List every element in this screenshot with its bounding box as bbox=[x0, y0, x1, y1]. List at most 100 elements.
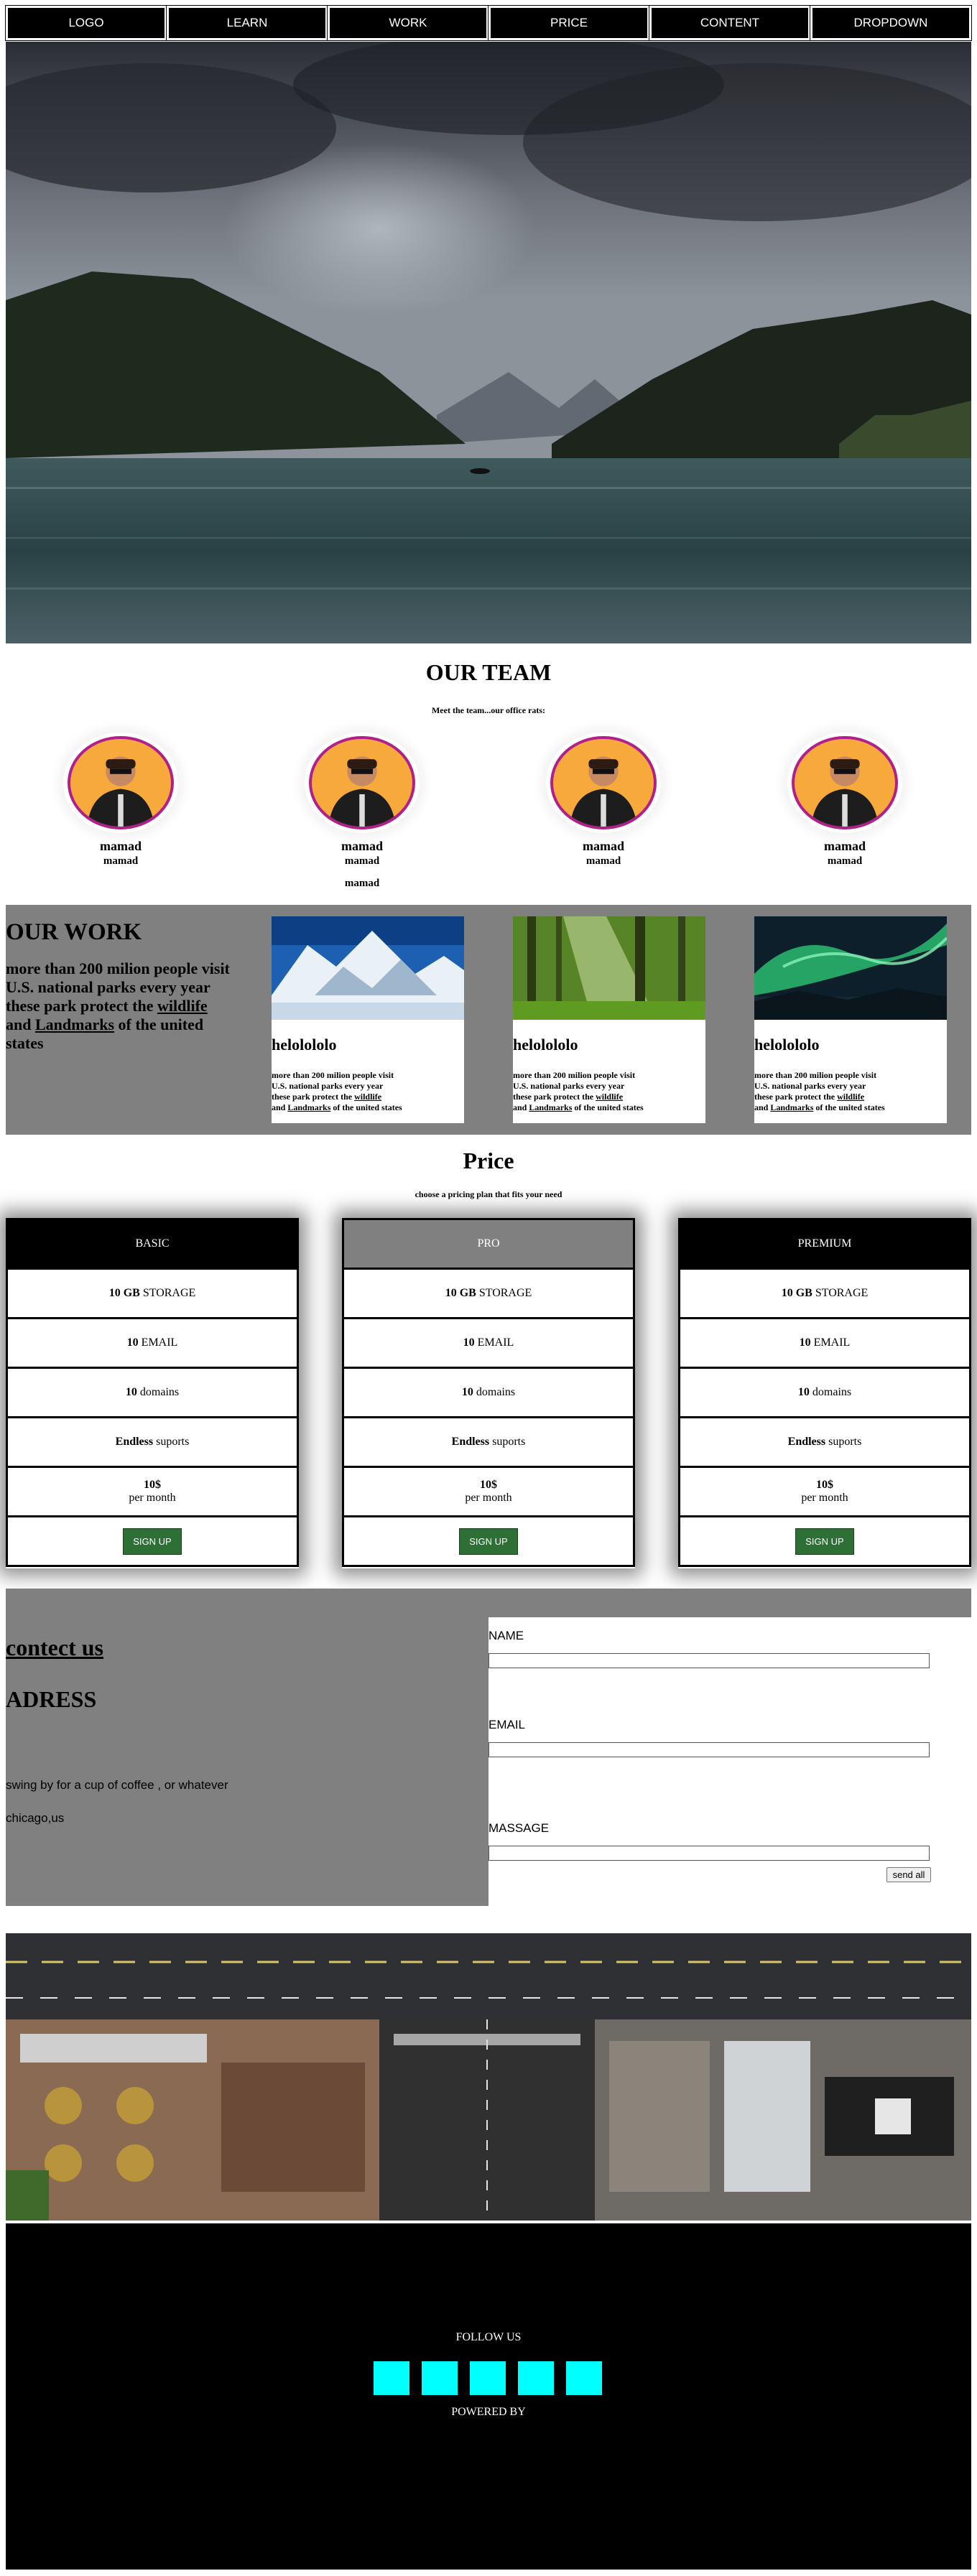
social-link[interactable] bbox=[518, 2361, 554, 2395]
plan-action: SIGN UP bbox=[342, 1517, 635, 1567]
plan-domains: 10 domains bbox=[6, 1369, 299, 1418]
plan-storage: 10 GB STORAGE bbox=[678, 1270, 971, 1319]
plan-premium: PREMIUM 10 GB STORAGE 10 EMAIL 10 domain… bbox=[678, 1218, 971, 1568]
top-nav: LOGO LEARN WORK PRICE CONTENT DROPDOWN bbox=[5, 5, 972, 41]
avatar bbox=[550, 736, 657, 829]
nav-logo[interactable]: LOGO bbox=[5, 5, 167, 41]
work-section: OUR WORK more than 200 milion people vis… bbox=[6, 905, 971, 1135]
plan-storage: 10 GB STORAGE bbox=[342, 1270, 635, 1319]
wildlife-link[interactable]: wildlife bbox=[157, 997, 208, 1015]
plan-price: 10$ per month bbox=[678, 1468, 971, 1517]
forest-image bbox=[513, 916, 705, 1020]
plan-email: 10 EMAIL bbox=[6, 1319, 299, 1369]
contact-form: NAME EMAIL MASSAGE send all bbox=[488, 1617, 971, 1906]
card-title: helolololo bbox=[754, 1036, 820, 1054]
plan-support: Endless suports bbox=[678, 1418, 971, 1468]
social-link[interactable] bbox=[566, 2361, 602, 2395]
member-role: mamad bbox=[103, 855, 139, 867]
signup-button[interactable]: SIGN UP bbox=[123, 1528, 182, 1555]
plan-action: SIGN UP bbox=[678, 1517, 971, 1567]
plan-head: PRO bbox=[342, 1218, 635, 1270]
plan-head: BASIC bbox=[6, 1218, 299, 1270]
social-link[interactable] bbox=[374, 2361, 409, 2395]
plan-email: 10 EMAIL bbox=[678, 1319, 971, 1369]
avatar bbox=[309, 736, 415, 829]
nav-dropdown[interactable]: DROPDOWN bbox=[810, 5, 972, 41]
team-subtitle: Meet the team...our office rats: bbox=[431, 705, 546, 715]
avatar bbox=[68, 736, 174, 829]
landmarks-link[interactable]: Landmarks bbox=[529, 1102, 572, 1112]
team-member-card: mamad mamad mamad bbox=[290, 733, 434, 890]
price-subtitle: choose a pricing plan that fits your nee… bbox=[415, 1189, 562, 1199]
nav-content[interactable]: CONTENT bbox=[649, 5, 811, 41]
plan-action: SIGN UP bbox=[6, 1517, 299, 1567]
plan-domains: 10 domains bbox=[678, 1369, 971, 1418]
street-map-image bbox=[6, 1933, 971, 2221]
landmarks-link[interactable]: Landmarks bbox=[770, 1102, 813, 1112]
work-title: OUR WORK bbox=[6, 919, 142, 945]
work-card: helolololo more than 200 milion people v… bbox=[754, 916, 947, 1123]
card-text: more than 200 milion people visit U.S. n… bbox=[272, 1070, 402, 1112]
plan-pro: PRO 10 GB STORAGE 10 EMAIL 10 domains En… bbox=[342, 1218, 635, 1568]
team-member-card: mamad mamad bbox=[49, 733, 193, 868]
member-role: mamad bbox=[585, 855, 621, 867]
member-extra: mamad bbox=[344, 878, 380, 889]
follow-us-label: FOLLOW US bbox=[455, 2331, 522, 2343]
aurora-image bbox=[754, 916, 947, 1020]
team-member-card: mamad mamad bbox=[773, 733, 917, 868]
social-link[interactable] bbox=[422, 2361, 458, 2395]
member-name: mamad bbox=[341, 839, 383, 853]
wildlife-link[interactable]: wildlife bbox=[354, 1092, 381, 1102]
landmarks-link[interactable]: Landmarks bbox=[35, 1015, 114, 1033]
plan-head: PREMIUM bbox=[678, 1218, 971, 1270]
contact-section: contect us ADRESS swing by for a cup of … bbox=[6, 1589, 971, 1906]
social-links bbox=[374, 2361, 602, 2395]
nav-price[interactable]: PRICE bbox=[488, 5, 650, 41]
team-title: OUR TEAM bbox=[425, 659, 552, 685]
footer: FOLLOW US POWERED BY bbox=[6, 2223, 971, 2570]
avatar bbox=[792, 736, 898, 829]
plan-price: 10$ per month bbox=[6, 1468, 299, 1517]
price-title: Price bbox=[463, 1148, 514, 1173]
wildlife-link[interactable]: wildlife bbox=[837, 1092, 864, 1102]
message-label: MASSAGE bbox=[488, 1821, 550, 1835]
contact-title: contect us bbox=[6, 1635, 103, 1660]
card-text: more than 200 milion people visit U.S. n… bbox=[754, 1070, 885, 1112]
contact-line: swing by for a cup of coffee , or whatev… bbox=[6, 1778, 228, 1792]
card-title: helolololo bbox=[272, 1036, 337, 1054]
plan-support: Endless suports bbox=[6, 1418, 299, 1468]
hero-lake-image bbox=[6, 42, 971, 643]
contact-adress-heading: ADRESS bbox=[6, 1686, 97, 1712]
contact-city: chicago,us bbox=[6, 1811, 65, 1825]
send-button[interactable]: send all bbox=[886, 1867, 931, 1882]
landmarks-link[interactable]: Landmarks bbox=[287, 1102, 330, 1112]
email-input[interactable] bbox=[488, 1742, 930, 1757]
work-card: helolololo more than 200 milion people v… bbox=[272, 916, 464, 1123]
email-label: EMAIL bbox=[488, 1718, 526, 1731]
plan-storage: 10 GB STORAGE bbox=[6, 1270, 299, 1319]
signup-button[interactable]: SIGN UP bbox=[459, 1528, 518, 1555]
plan-support: Endless suports bbox=[342, 1418, 635, 1468]
message-input[interactable] bbox=[488, 1846, 930, 1861]
work-card: helolololo more than 200 milion people v… bbox=[513, 916, 705, 1123]
nav-work[interactable]: WORK bbox=[327, 5, 489, 41]
member-role: mamad bbox=[344, 855, 380, 867]
plan-price: 10$ per month bbox=[342, 1468, 635, 1517]
name-label: NAME bbox=[488, 1629, 524, 1642]
plan-domains: 10 domains bbox=[342, 1369, 635, 1418]
social-link[interactable] bbox=[470, 2361, 506, 2395]
powered-by-label: POWERED BY bbox=[451, 2406, 526, 2418]
wildlife-link[interactable]: wildlife bbox=[596, 1092, 623, 1102]
nav-learn[interactable]: LEARN bbox=[166, 5, 328, 41]
card-text: more than 200 milion people visit U.S. n… bbox=[513, 1070, 644, 1112]
member-name: mamad bbox=[583, 839, 624, 853]
plan-email: 10 EMAIL bbox=[342, 1319, 635, 1369]
signup-button[interactable]: SIGN UP bbox=[795, 1528, 854, 1555]
member-name: mamad bbox=[100, 839, 142, 853]
name-input[interactable] bbox=[488, 1653, 930, 1668]
snow-mountain-image bbox=[272, 916, 464, 1020]
member-role: mamad bbox=[827, 855, 863, 867]
card-title: helolololo bbox=[513, 1036, 578, 1054]
member-name: mamad bbox=[824, 839, 866, 853]
team-member-card: mamad mamad bbox=[532, 733, 675, 868]
